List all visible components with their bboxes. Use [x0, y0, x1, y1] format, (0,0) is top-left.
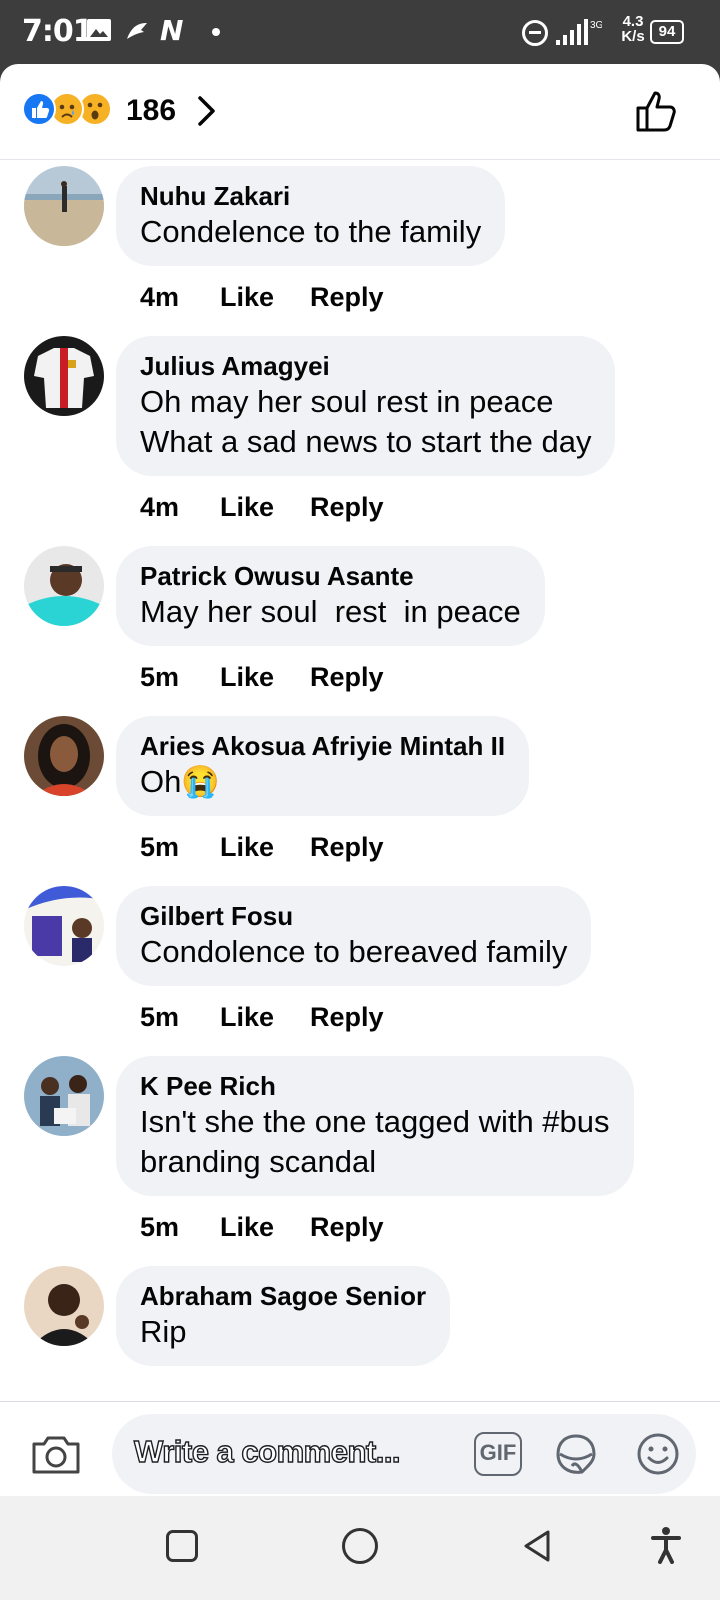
comment-author[interactable]: K Pee Rich	[140, 1070, 610, 1102]
status-bar: 7:01 N 3G 4.3 K/s 94	[0, 0, 720, 64]
comment-time[interactable]: 5m	[140, 832, 179, 863]
comment-bubble[interactable]: Julius Amagyei Oh may her soul rest in p…	[116, 336, 616, 476]
network-speed: 4.3 K/s	[618, 14, 648, 44]
comment-time[interactable]: 5m	[140, 662, 179, 693]
like-reaction-icon	[22, 92, 56, 126]
comment-text: May her soul rest in peace	[140, 594, 521, 629]
svg-text:3G: 3G	[590, 20, 602, 31]
avatar[interactable]	[24, 546, 104, 626]
gif-button[interactable]: GIF	[474, 1432, 522, 1476]
like-button[interactable]: Like	[220, 662, 274, 693]
recents-button[interactable]	[166, 1530, 198, 1562]
comment-time[interactable]: 5m	[140, 1212, 179, 1243]
reply-button[interactable]: Reply	[310, 492, 384, 523]
like-outline-icon[interactable]	[634, 88, 680, 134]
comment-author[interactable]: Patrick Owusu Asante	[140, 560, 521, 592]
chevron-right-icon[interactable]	[196, 94, 218, 128]
like-button[interactable]: Like	[220, 492, 274, 523]
network-speed-unit: K/s	[621, 28, 645, 45]
network-speed-value: 4.3	[622, 13, 644, 30]
comment-text: Isn't she the one tagged with #bus brand…	[140, 1104, 610, 1179]
sheet-header: 186	[0, 64, 720, 160]
like-button[interactable]: Like	[220, 282, 274, 313]
avatar[interactable]	[24, 716, 104, 796]
camera-icon[interactable]	[30, 1432, 82, 1476]
comment-composer: Write a comment... GIF	[0, 1401, 720, 1496]
reply-button[interactable]: Reply	[310, 832, 384, 863]
arrow-icon	[127, 23, 147, 39]
comment-author[interactable]: Abraham Sagoe Senior	[140, 1280, 426, 1312]
comment-bubble[interactable]: Gilbert Fosu Condolence to bereaved fami…	[116, 886, 592, 986]
avatar[interactable]	[24, 1056, 104, 1136]
back-icon[interactable]	[520, 1528, 554, 1564]
avatar[interactable]	[24, 886, 104, 966]
comment-author[interactable]: Nuhu Zakari	[140, 180, 481, 212]
comment-input[interactable]: Write a comment... GIF	[112, 1414, 696, 1494]
reaction-count[interactable]: 186	[126, 94, 176, 128]
n-icon: N	[160, 14, 184, 47]
avatar[interactable]	[24, 166, 104, 246]
avatar[interactable]	[24, 336, 104, 416]
sticker-icon[interactable]	[552, 1430, 600, 1478]
comment-time[interactable]: 4m	[140, 282, 179, 313]
comment-bubble[interactable]: Aries Akosua Afriyie Mintah II Oh😭	[116, 716, 530, 816]
comment-text: Oh😭	[140, 764, 220, 799]
like-button[interactable]: Like	[220, 1002, 274, 1033]
comment-bubble[interactable]: Nuhu Zakari Condelence to the family	[116, 166, 506, 266]
like-button[interactable]: Like	[220, 832, 274, 863]
comment-input-placeholder: Write a comment...	[133, 1433, 401, 1469]
comment-time[interactable]: 5m	[140, 1002, 179, 1033]
emoji-icon[interactable]	[634, 1430, 682, 1478]
comment-bubble[interactable]: K Pee Rich Isn't she the one tagged with…	[116, 1056, 634, 1196]
comment-time[interactable]: 4m	[140, 492, 179, 523]
comment-author[interactable]: Julius Amagyei	[140, 350, 591, 382]
reply-button[interactable]: Reply	[310, 1002, 384, 1033]
battery-icon: 94	[650, 20, 684, 44]
comment-text: Oh may her soul rest in peace What a sad…	[140, 384, 592, 459]
dnd-icon	[522, 20, 548, 46]
signal-icon: 3G	[556, 19, 602, 45]
comment-text: Condolence to bereaved family	[140, 934, 568, 969]
home-button[interactable]	[342, 1528, 378, 1564]
accessibility-icon[interactable]	[650, 1526, 682, 1564]
reply-button[interactable]: Reply	[310, 1212, 384, 1243]
gallery-icon	[87, 19, 111, 41]
reply-button[interactable]: Reply	[310, 662, 384, 693]
like-button[interactable]: Like	[220, 1212, 274, 1243]
system-nav-bar	[0, 1496, 720, 1600]
comment-bubble[interactable]: Patrick Owusu Asante May her soul rest i…	[116, 546, 545, 646]
avatar[interactable]	[24, 1266, 104, 1346]
comments-sheet: 186 Nuhu Zakari Condelence to the family…	[0, 64, 720, 1496]
status-time: 7:01	[22, 14, 94, 49]
comment-author[interactable]: Gilbert Fosu	[140, 900, 567, 932]
comment-bubble[interactable]: Abraham Sagoe Senior Rip	[116, 1266, 451, 1366]
notification-dot	[212, 28, 220, 36]
comment-text: Condelence to the family	[140, 214, 482, 249]
comment-author[interactable]: Aries Akosua Afriyie Mintah II	[140, 730, 505, 762]
comment-text: Rip	[140, 1314, 187, 1349]
reply-button[interactable]: Reply	[310, 282, 384, 313]
